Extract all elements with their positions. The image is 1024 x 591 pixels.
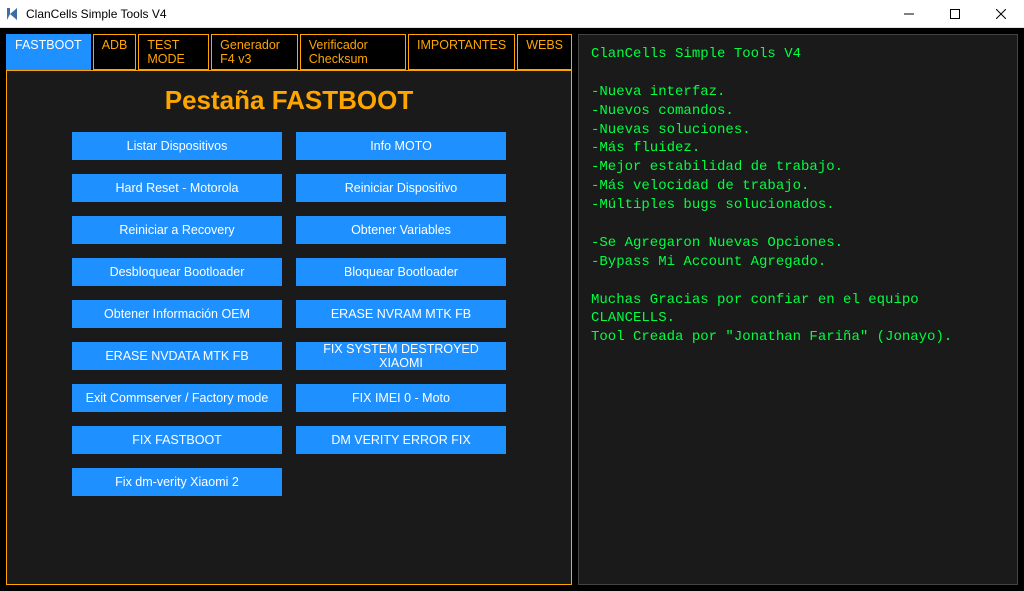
tab-verificador-checksum[interactable]: Verificador Checksum: [300, 34, 406, 70]
window-titlebar: ClanCells Simple Tools V4: [0, 0, 1024, 28]
action-button[interactable]: FIX IMEI 0 - Moto: [296, 384, 506, 412]
action-button[interactable]: Desbloquear Bootloader: [72, 258, 282, 286]
action-button[interactable]: Bloquear Bootloader: [296, 258, 506, 286]
main-area: FASTBOOTADBTEST MODEGenerador F4 v3Verif…: [0, 28, 1024, 591]
action-button[interactable]: Fix dm-verity Xiaomi 2: [72, 468, 282, 496]
window-title: ClanCells Simple Tools V4: [26, 7, 167, 21]
panel-title: Pestaña FASTBOOT: [7, 71, 571, 132]
tab-test-mode[interactable]: TEST MODE: [138, 34, 209, 70]
tab-adb[interactable]: ADB: [93, 34, 137, 70]
action-button[interactable]: Hard Reset - Motorola: [72, 174, 282, 202]
window-controls: [886, 0, 1024, 27]
tab-webs[interactable]: WEBS: [517, 34, 572, 70]
tab-importantes[interactable]: IMPORTANTES: [408, 34, 515, 70]
tab-strip: FASTBOOTADBTEST MODEGenerador F4 v3Verif…: [6, 34, 572, 70]
button-grid: Listar Dispositivos Info MOTO Hard Reset -…: [7, 132, 571, 496]
action-button[interactable]: Info MOTO: [296, 132, 506, 160]
action-button[interactable]: Obtener Información OEM: [72, 300, 282, 328]
close-button[interactable]: [978, 0, 1024, 27]
action-button[interactable]: Reiniciar a Recovery: [72, 216, 282, 244]
titlebar-left: ClanCells Simple Tools V4: [4, 6, 167, 22]
tab-generador-f4-v3[interactable]: Generador F4 v3: [211, 34, 298, 70]
action-button[interactable]: Obtener Variables: [296, 216, 506, 244]
maximize-button[interactable]: [932, 0, 978, 27]
action-button[interactable]: ERASE NVDATA MTK FB: [72, 342, 282, 370]
app-icon: [4, 6, 20, 22]
action-button[interactable]: FIX FASTBOOT: [72, 426, 282, 454]
action-button[interactable]: FIX SYSTEM DESTROYED XIAOMI: [296, 342, 506, 370]
action-button[interactable]: Reiniciar Dispositivo: [296, 174, 506, 202]
action-button[interactable]: Listar Dispositivos: [72, 132, 282, 160]
action-button[interactable]: DM VERITY ERROR FIX: [296, 426, 506, 454]
right-column: ClanCells Simple Tools V4 -Nueva interfa…: [578, 34, 1018, 585]
action-button[interactable]: ERASE NVRAM MTK FB: [296, 300, 506, 328]
minimize-button[interactable]: [886, 0, 932, 27]
tab-fastboot[interactable]: FASTBOOT: [6, 34, 91, 70]
left-column: FASTBOOTADBTEST MODEGenerador F4 v3Verif…: [6, 34, 572, 585]
console-output[interactable]: ClanCells Simple Tools V4 -Nueva interfa…: [578, 34, 1018, 585]
action-button[interactable]: Exit Commserver / Factory mode: [72, 384, 282, 412]
tab-panel-fastboot: Pestaña FASTBOOT Listar Dispositivos Info…: [6, 70, 572, 585]
